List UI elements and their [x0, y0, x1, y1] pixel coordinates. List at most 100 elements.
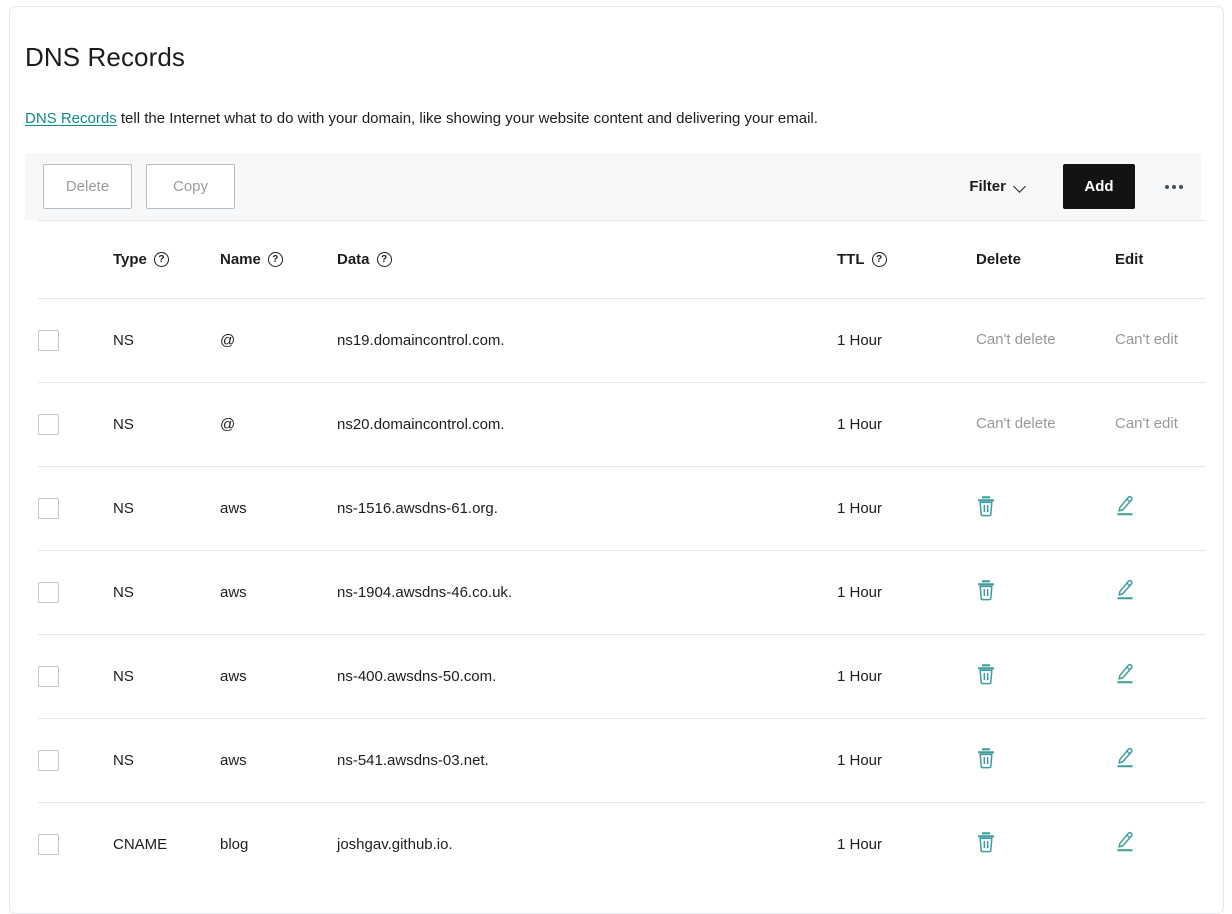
- dot: [1165, 185, 1169, 189]
- column-header-ttl: TTL ?: [837, 251, 976, 268]
- column-header-data-label: Data: [337, 251, 370, 268]
- edit-icon[interactable]: [1115, 663, 1135, 685]
- record-edit-cell: [1115, 747, 1224, 774]
- record-ttl: 1 Hour: [837, 752, 976, 769]
- row-checkbox[interactable]: [38, 834, 59, 855]
- edit-icon[interactable]: [1115, 495, 1135, 517]
- record-type: NS: [113, 416, 220, 433]
- delete-icon[interactable]: [976, 495, 996, 517]
- record-edit-cell: [1115, 663, 1224, 690]
- column-header-name: Name ?: [220, 251, 337, 268]
- delete-icon[interactable]: [976, 663, 996, 685]
- table-row: CNAMEblogjoshgav.github.io.1 Hour: [10, 802, 1224, 886]
- record-type: NS: [113, 500, 220, 517]
- row-checkbox[interactable]: [38, 666, 59, 687]
- table-row: NS@ns20.domaincontrol.com.1 HourCan't de…: [10, 382, 1224, 466]
- column-header-ttl-label: TTL: [837, 251, 865, 268]
- dns-records-link[interactable]: DNS Records: [25, 110, 117, 127]
- column-header-data: Data ?: [337, 251, 837, 268]
- help-icon[interactable]: ?: [268, 252, 283, 267]
- record-data: joshgav.github.io.: [337, 836, 837, 853]
- column-header-edit: Edit: [1115, 251, 1224, 268]
- record-type: CNAME: [113, 836, 220, 853]
- help-icon[interactable]: ?: [154, 252, 169, 267]
- record-data: ns-400.awsdns-50.com.: [337, 668, 837, 685]
- record-name: @: [220, 332, 337, 349]
- row-checkbox[interactable]: [38, 330, 59, 351]
- table-header-row: Type ? Name ? Data ? TTL ? Delete Edit: [10, 220, 1224, 298]
- record-edit-cell: [1115, 831, 1224, 858]
- record-delete-cell: [976, 831, 1115, 858]
- row-select-cell: [38, 582, 113, 603]
- record-ttl: 1 Hour: [837, 584, 976, 601]
- chevron-down-icon: [1015, 181, 1027, 193]
- record-data: ns-1516.awsdns-61.org.: [337, 500, 837, 517]
- record-type: NS: [113, 752, 220, 769]
- record-delete-cell: [976, 495, 1115, 522]
- record-delete-cell: Can't delete: [976, 415, 1115, 433]
- column-header-delete: Delete: [976, 251, 1115, 268]
- dot: [1179, 185, 1183, 189]
- cant-edit-label: Can't edit: [1115, 415, 1178, 432]
- record-ttl: 1 Hour: [837, 332, 976, 349]
- column-header-type-label: Type: [113, 251, 147, 268]
- row-select-cell: [38, 666, 113, 687]
- dns-records-table: Type ? Name ? Data ? TTL ? Delete Edit N…: [10, 220, 1224, 886]
- help-icon[interactable]: ?: [377, 252, 392, 267]
- record-name: aws: [220, 500, 337, 517]
- record-name: blog: [220, 836, 337, 853]
- delete-icon[interactable]: [976, 831, 996, 853]
- record-ttl: 1 Hour: [837, 836, 976, 853]
- dns-records-card: DNS Records DNS Records tell the Interne…: [9, 6, 1224, 914]
- record-type: NS: [113, 668, 220, 685]
- record-name: aws: [220, 668, 337, 685]
- table-body: NS@ns19.domaincontrol.com.1 HourCan't de…: [10, 298, 1224, 886]
- table-row: NSawsns-1516.awsdns-61.org.1 Hour: [10, 466, 1224, 550]
- more-options-icon[interactable]: [1161, 177, 1187, 197]
- record-delete-cell: [976, 747, 1115, 774]
- page-description: DNS Records tell the Internet what to do…: [25, 110, 818, 128]
- row-select-cell: [38, 498, 113, 519]
- filter-button[interactable]: Filter: [963, 177, 1033, 196]
- record-ttl: 1 Hour: [837, 668, 976, 685]
- edit-icon[interactable]: [1115, 579, 1135, 601]
- record-edit-cell: [1115, 495, 1224, 522]
- cant-delete-label: Can't delete: [976, 331, 1056, 348]
- dot: [1172, 185, 1176, 189]
- row-select-cell: [38, 750, 113, 771]
- help-icon[interactable]: ?: [872, 252, 887, 267]
- row-select-cell: [38, 834, 113, 855]
- record-ttl: 1 Hour: [837, 416, 976, 433]
- row-checkbox[interactable]: [38, 414, 59, 435]
- add-button[interactable]: Add: [1063, 164, 1135, 209]
- delete-button[interactable]: Delete: [43, 164, 132, 209]
- record-delete-cell: Can't delete: [976, 331, 1115, 349]
- delete-icon[interactable]: [976, 747, 996, 769]
- cant-edit-label: Can't edit: [1115, 331, 1178, 348]
- table-toolbar: Delete Copy Filter Add: [25, 153, 1201, 220]
- delete-icon[interactable]: [976, 579, 996, 601]
- copy-button[interactable]: Copy: [146, 164, 235, 209]
- record-name: aws: [220, 584, 337, 601]
- column-header-name-label: Name: [220, 251, 261, 268]
- record-delete-cell: [976, 579, 1115, 606]
- row-checkbox[interactable]: [38, 750, 59, 771]
- table-row: NSawsns-541.awsdns-03.net.1 Hour: [10, 718, 1224, 802]
- record-type: NS: [113, 332, 220, 349]
- edit-icon[interactable]: [1115, 747, 1135, 769]
- record-name: aws: [220, 752, 337, 769]
- record-data: ns20.domaincontrol.com.: [337, 416, 837, 433]
- record-data: ns-1904.awsdns-46.co.uk.: [337, 584, 837, 601]
- row-select-cell: [38, 330, 113, 351]
- record-ttl: 1 Hour: [837, 500, 976, 517]
- row-checkbox[interactable]: [38, 582, 59, 603]
- cant-delete-label: Can't delete: [976, 415, 1056, 432]
- column-header-type: Type ?: [113, 251, 220, 268]
- record-data: ns-541.awsdns-03.net.: [337, 752, 837, 769]
- edit-icon[interactable]: [1115, 831, 1135, 853]
- page-description-text: tell the Internet what to do with your d…: [117, 110, 818, 127]
- record-name: @: [220, 416, 337, 433]
- table-row: NSawsns-1904.awsdns-46.co.uk.1 Hour: [10, 550, 1224, 634]
- row-checkbox[interactable]: [38, 498, 59, 519]
- record-data: ns19.domaincontrol.com.: [337, 332, 837, 349]
